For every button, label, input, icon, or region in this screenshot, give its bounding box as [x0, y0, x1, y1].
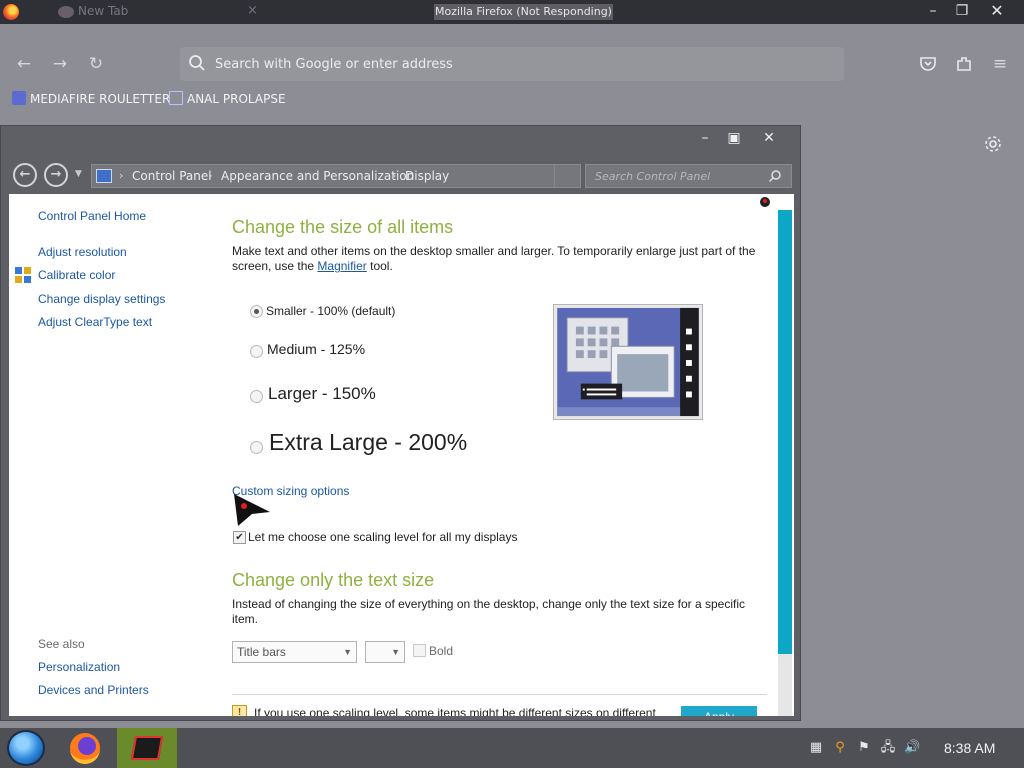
cp-main-pane: Change the size of all items Make text a…	[232, 194, 772, 716]
network-icon[interactable]: 🖧	[880, 740, 896, 756]
search-icon[interactable]	[768, 169, 782, 183]
tab-favicon-icon	[58, 6, 74, 18]
warning-icon: !	[232, 705, 247, 716]
item-select[interactable]: Title bars ▼	[232, 641, 357, 663]
chevron-down-icon: ▼	[391, 647, 400, 657]
recent-pages-dropdown-icon[interactable]: ▼	[75, 169, 82, 179]
change-display-settings-link[interactable]: Change display settings	[38, 292, 165, 306]
bold-label[interactable]: Bold	[429, 644, 453, 658]
cp-close-button[interactable]: ✕	[754, 128, 784, 148]
extensions-icon[interactable]	[955, 55, 973, 73]
adjust-cleartype-link[interactable]: Adjust ClearType text	[38, 315, 152, 329]
start-button[interactable]	[7, 730, 45, 766]
url-placeholder[interactable]: Search with Google or enter address	[215, 57, 453, 72]
see-also-label: See also	[38, 637, 85, 651]
description-all-items: Make text and other items on the desktop…	[232, 244, 756, 273]
pocket-icon[interactable]	[919, 55, 937, 73]
radio-smaller[interactable]	[250, 305, 263, 318]
control-panel-home-link[interactable]: Control Panel Home	[38, 209, 146, 223]
window-title: Mozilla Firefox (Not Responding)	[434, 4, 613, 20]
radio-medium[interactable]	[250, 345, 263, 358]
heading-change-all-items: Change the size of all items	[232, 217, 454, 237]
cursor-dot-icon	[760, 197, 770, 207]
scaling-checkbox[interactable]: ✔	[233, 531, 246, 544]
breadcrumb-appearance[interactable]: Appearance and Personalization	[221, 169, 414, 183]
cp-forward-button[interactable]: →	[44, 163, 68, 187]
scrollbar-thumb[interactable]	[778, 210, 792, 654]
firefox-titlebar: New Tab × Mozilla Firefox (Not Respondin…	[0, 0, 1024, 24]
breadcrumb-separator-icon: ›	[208, 169, 213, 182]
breadcrumb-separator-icon: ›	[119, 169, 124, 182]
scaling-checkbox-label[interactable]: Let me choose one scaling level for all …	[248, 530, 517, 544]
bookmark-mediafire[interactable]: MEDIAFIRE ROULETTER	[12, 90, 170, 108]
item-select-value: Title bars	[237, 645, 286, 659]
apply-button[interactable]: Apply	[681, 706, 757, 716]
radio-extra-large-label[interactable]: Extra Large - 200%	[269, 429, 467, 456]
back-icon[interactable]: ←	[12, 52, 36, 76]
magnifier-link[interactable]: Magnifier	[317, 259, 366, 273]
mediafire-icon	[12, 91, 26, 105]
cp-maximize-button[interactable]: ▣	[719, 128, 749, 148]
tab-new-tab[interactable]: New Tab	[78, 4, 128, 18]
cp-search-placeholder: Search Control Panel	[595, 170, 711, 183]
description-text-size: Instead of changing the size of everythi…	[232, 597, 745, 626]
firefox-taskbar-icon[interactable]	[64, 729, 108, 767]
search-icon	[189, 55, 205, 71]
gear-icon[interactable]	[983, 134, 1003, 154]
tab-close-icon[interactable]: ×	[247, 3, 258, 18]
close-button[interactable]: ✕	[983, 1, 1011, 21]
radio-medium-label[interactable]: Medium - 125%	[267, 341, 365, 357]
breadcrumb-control-panel[interactable]: Control Panel	[132, 169, 212, 183]
search-tray-icon[interactable]: ⚲	[832, 740, 848, 756]
cp-navigation-row: ← → ▼ › Control Panel › Appearance and P…	[9, 162, 794, 190]
adjust-resolution-link[interactable]: Adjust resolution	[38, 245, 127, 259]
bookmark-folder[interactable]: ANAL PROLAPSE	[169, 90, 286, 108]
cp-back-button[interactable]: ←	[13, 163, 37, 187]
menu-icon[interactable]: ≡	[988, 52, 1012, 76]
volume-icon[interactable]: 🔊	[904, 740, 920, 756]
network-tray-icon[interactable]: ▦	[808, 740, 824, 756]
devices-printers-link[interactable]: Devices and Printers	[38, 683, 149, 697]
calibrate-color-link[interactable]: Calibrate color	[38, 268, 115, 282]
radio-extra-large[interactable]	[250, 441, 263, 454]
bold-checkbox[interactable]	[413, 644, 426, 657]
chevron-down-icon: ▼	[343, 647, 352, 657]
scrollbar-track[interactable]	[778, 654, 792, 716]
breadcrumb-separator-icon: ›	[392, 169, 397, 182]
taskbar-clock[interactable]: 8:38 AM	[944, 740, 995, 756]
display-icon	[96, 169, 112, 183]
radio-larger-label[interactable]: Larger - 150%	[268, 384, 376, 404]
radio-larger[interactable]	[250, 390, 263, 403]
display-preview-image	[553, 304, 703, 420]
flag-icon[interactable]: ⚑	[856, 740, 872, 756]
firefox-logo-icon	[3, 4, 19, 20]
forward-icon[interactable]: →	[48, 52, 72, 76]
personalization-link[interactable]: Personalization	[38, 660, 120, 674]
reload-icon[interactable]: ↻	[84, 52, 108, 76]
folder-icon	[169, 91, 183, 105]
heading-change-text-size: Change only the text size	[232, 570, 435, 590]
app-icon	[130, 736, 164, 760]
cp-sidebar: Control Panel Home Adjust resolution Cal…	[9, 194, 219, 716]
control-panel-window: – ▣ ✕ ← → ▼ › Control Panel › Appearance…	[0, 125, 801, 721]
cp-minimize-button[interactable]: –	[690, 128, 720, 148]
minimize-button[interactable]: –	[919, 1, 947, 21]
address-divider	[554, 165, 555, 187]
radio-smaller-label[interactable]: Smaller - 100% (default)	[266, 304, 395, 318]
shield-icon	[15, 267, 31, 283]
cp-content-pane: Control Panel Home Adjust resolution Cal…	[9, 194, 794, 716]
breadcrumb-display[interactable]: Display	[405, 169, 449, 183]
address-bar[interactable]: › Control Panel › Appearance and Persona…	[91, 164, 581, 188]
size-select[interactable]: ▼	[365, 641, 405, 663]
mouse-cursor-icon	[234, 494, 270, 526]
scaling-info-text: If you use one scaling level, some items…	[254, 706, 656, 716]
cp-search-input[interactable]: Search Control Panel	[585, 164, 792, 188]
restore-button[interactable]: ❐	[948, 1, 976, 21]
section-divider	[232, 694, 767, 695]
